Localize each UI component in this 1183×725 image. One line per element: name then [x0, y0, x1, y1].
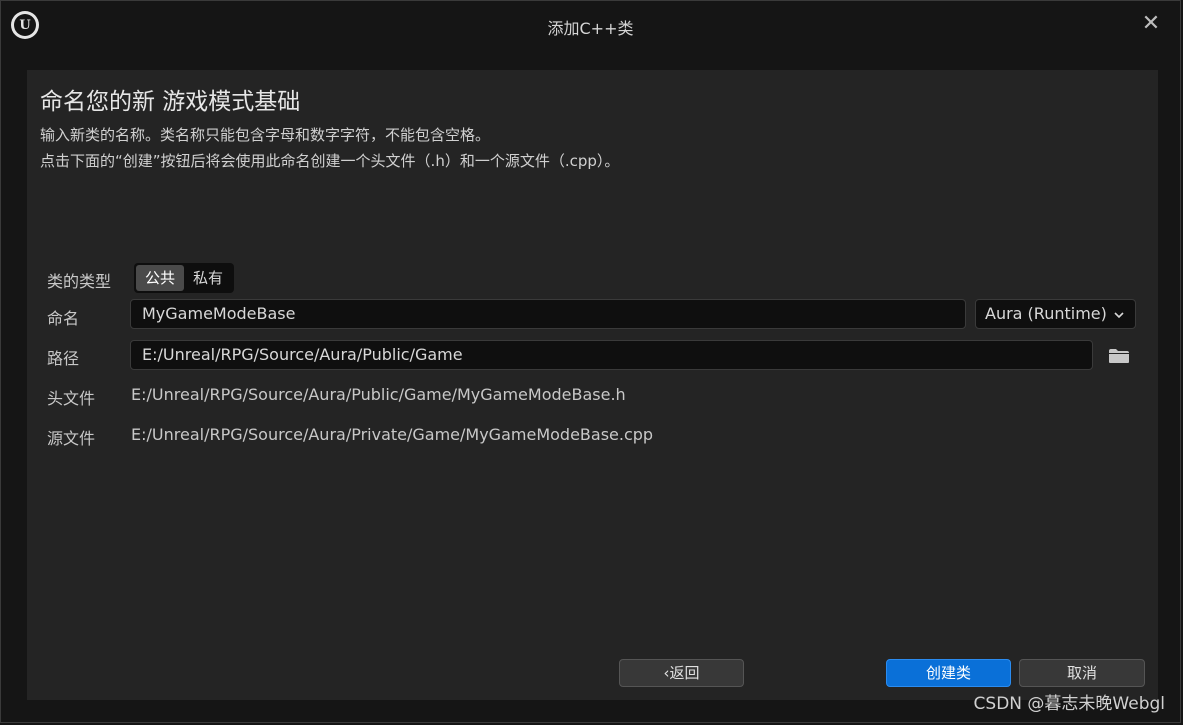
class-type-public-button[interactable]: 公共	[136, 265, 185, 291]
window-title: 添加C++类	[547, 19, 634, 38]
description-line-1: 输入新类的名称。类名称只能包含字母和数字字符，不能包含空格。	[40, 126, 491, 144]
module-dropdown-value: Aura (Runtime)	[985, 304, 1107, 323]
source-file-label: 源文件	[47, 429, 96, 448]
description-line-2: 点击下面的“创建”按钮后将会使用此命名创建一个头文件（.h）和一个源文件（.cp…	[40, 152, 620, 170]
header-file-path: E:/Unreal/RPG/Source/Aura/Public/Game/My…	[131, 385, 626, 404]
class-name-input[interactable]: MyGameModeBase	[130, 299, 966, 329]
watermark-text: CSDN @暮志未晚Webgl	[973, 694, 1165, 714]
back-button[interactable]: ‹返回	[619, 659, 744, 687]
dialog-window: U 添加C++类 ✕ 命名您的新 游戏模式基础 输入新类的名称。类名称只能包含字…	[0, 0, 1181, 723]
source-file-path: E:/Unreal/RPG/Source/Aura/Private/Game/M…	[131, 425, 654, 444]
create-class-button[interactable]: 创建类	[886, 659, 1011, 687]
main-panel: 命名您的新 游戏模式基础 输入新类的名称。类名称只能包含字母和数字字符，不能包含…	[27, 70, 1158, 700]
page-title: 命名您的新 游戏模式基础	[40, 89, 301, 115]
path-label: 路径	[47, 349, 80, 368]
class-type-label: 类的类型	[47, 272, 112, 291]
module-dropdown[interactable]: Aura (Runtime)	[975, 299, 1136, 329]
header-file-label: 头文件	[47, 389, 96, 408]
chevron-down-icon	[1113, 300, 1125, 328]
title-bar: U 添加C++类 ✕	[1, 1, 1180, 51]
path-input[interactable]: E:/Unreal/RPG/Source/Aura/Public/Game	[130, 340, 1093, 370]
class-type-private-button[interactable]: 私有	[184, 265, 232, 291]
cancel-button[interactable]: 取消	[1019, 659, 1145, 687]
close-icon[interactable]: ✕	[1140, 13, 1162, 35]
folder-icon[interactable]	[1108, 348, 1130, 364]
class-type-toggle: 公共 私有	[134, 263, 235, 293]
name-label: 命名	[47, 309, 80, 328]
